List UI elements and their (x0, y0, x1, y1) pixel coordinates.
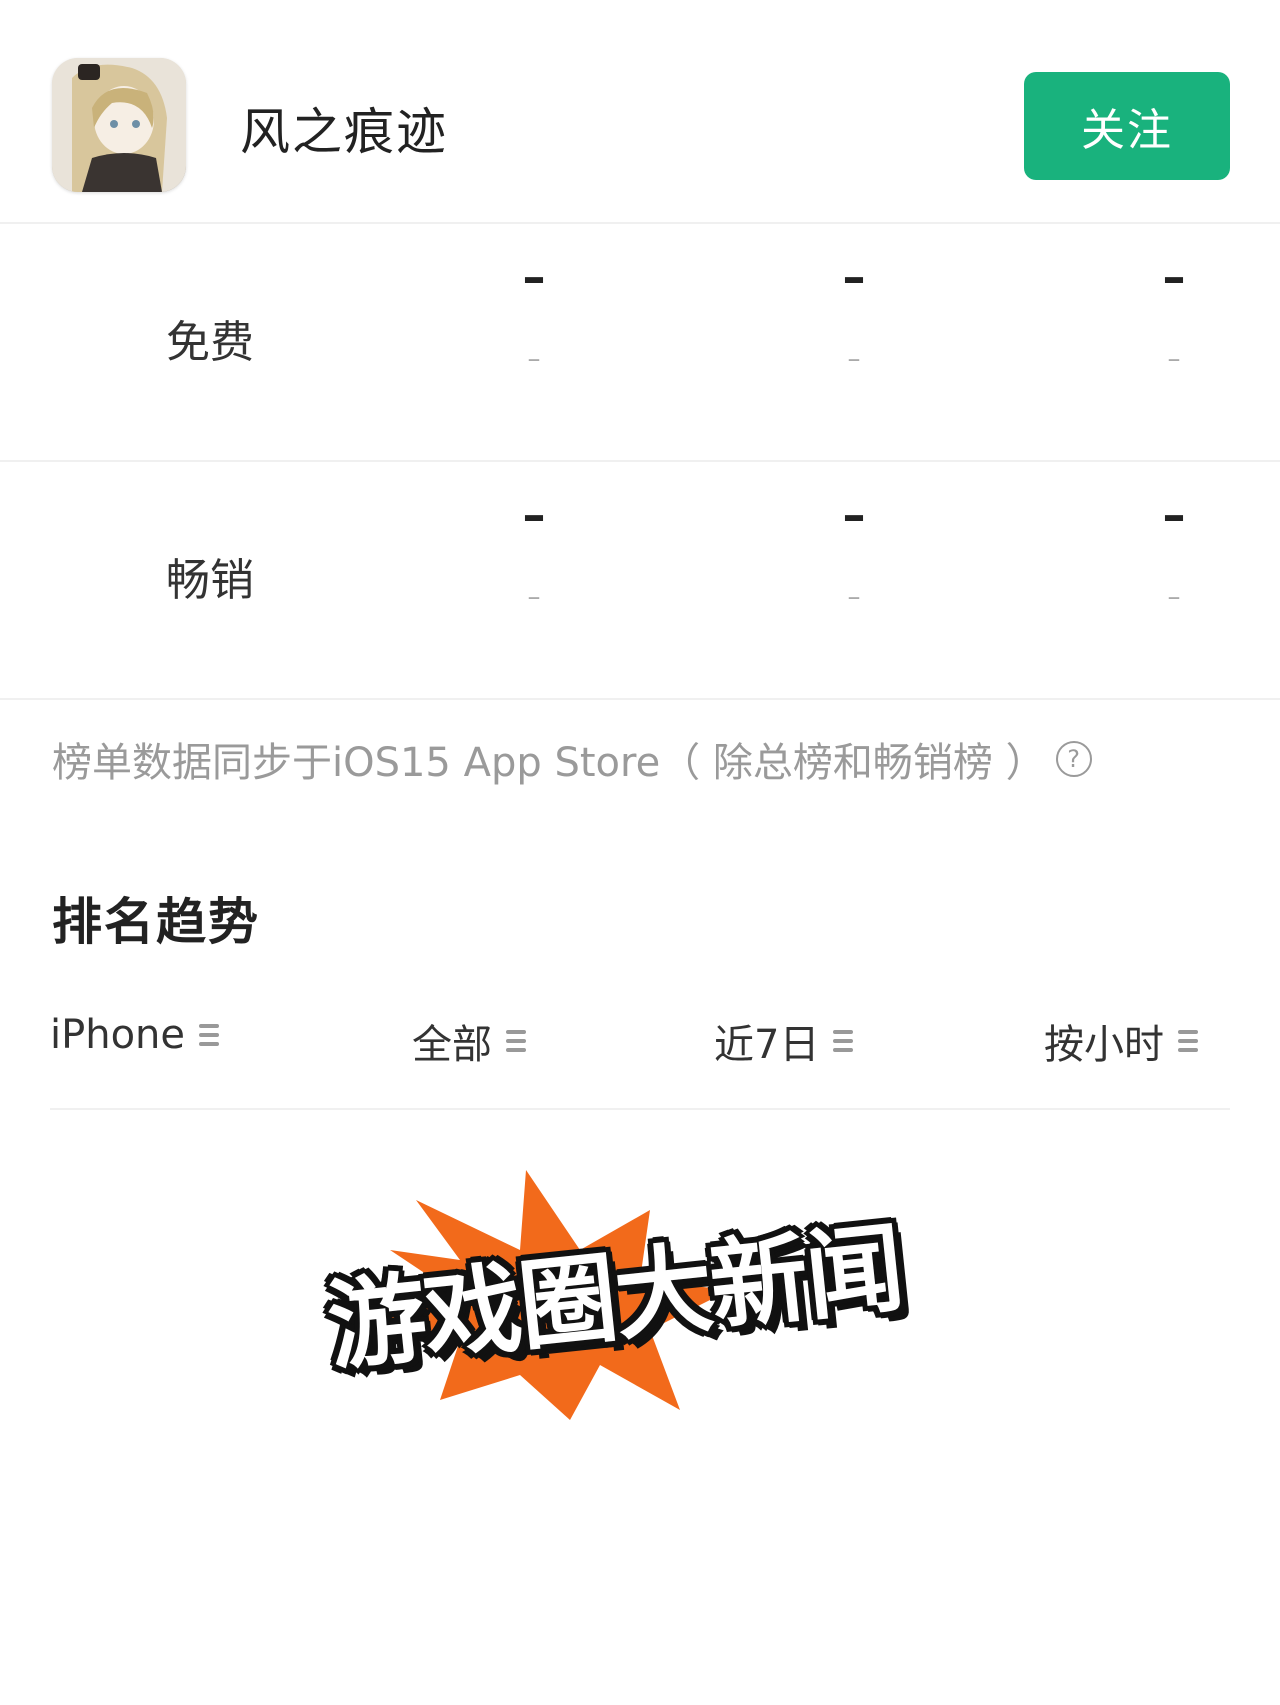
rank-value: – (1162, 250, 1186, 304)
filter-date-range[interactable]: 近7日 (714, 1012, 854, 1070)
app-header: 风之痕迹 关注 (0, 0, 1280, 224)
filter-device-label: iPhone (50, 1012, 186, 1058)
filter-date-range-label: 近7日 (714, 1022, 820, 1068)
menu-icon (1178, 1028, 1198, 1054)
rank-change: – (1167, 582, 1181, 612)
sync-note: 榜单数据同步于iOS15 App Store（ 除总榜和畅销榜 ） ? (52, 730, 1092, 788)
rank-value: – (522, 488, 546, 542)
rank-cell: – – (504, 462, 564, 700)
rank-label-grossing: 畅销 (166, 555, 254, 606)
rank-cell: – – (504, 224, 564, 462)
rank-change: – (527, 582, 541, 612)
rank-cell: – – (1144, 224, 1204, 462)
app-icon-artwork (52, 58, 186, 192)
rank-cell: – – (824, 224, 884, 462)
app-name: 风之痕迹 (240, 103, 448, 161)
rank-row-free: 免费 – – – – – – (0, 224, 1280, 462)
rank-value: – (842, 250, 866, 304)
app-rank-page: 风之痕迹 关注 免费 – – – – – – 畅销 – – – – – – 榜单… (0, 0, 1280, 1705)
sync-note-text: 榜单数据同步于iOS15 App Store（ 除总榜和畅销榜 ） (52, 740, 1046, 786)
news-watermark: 游戏圈大新闻 (320, 1160, 940, 1420)
rank-cell: – – (824, 462, 884, 700)
app-icon[interactable] (52, 58, 186, 192)
rank-value: – (842, 488, 866, 542)
filter-category[interactable]: 全部 (412, 1012, 526, 1070)
rank-change: – (847, 344, 861, 374)
rank-change: – (527, 344, 541, 374)
follow-button[interactable]: 关注 (1024, 72, 1230, 180)
rank-cell: – – (1144, 462, 1204, 700)
rank-change: – (847, 582, 861, 612)
menu-icon (506, 1028, 526, 1054)
menu-icon (833, 1028, 854, 1054)
trend-section-title: 排名趋势 (52, 893, 260, 951)
rank-row-grossing: 畅销 – – – – – – (0, 462, 1280, 700)
rank-value: – (522, 250, 546, 304)
question-circle-icon[interactable]: ? (1055, 741, 1092, 777)
menu-icon (199, 1022, 220, 1048)
filter-granularity[interactable]: 按小时 (1044, 1012, 1198, 1070)
trend-filter-bar: iPhone 全部 近7日 按小时 (50, 1000, 1230, 1110)
filter-category-label: 全部 (412, 1022, 492, 1068)
filter-device[interactable]: iPhone (50, 1012, 220, 1058)
filter-granularity-label: 按小时 (1044, 1022, 1164, 1068)
rank-value: – (1162, 488, 1186, 542)
rank-change: – (1167, 344, 1181, 374)
rank-label-free: 免费 (166, 317, 254, 368)
